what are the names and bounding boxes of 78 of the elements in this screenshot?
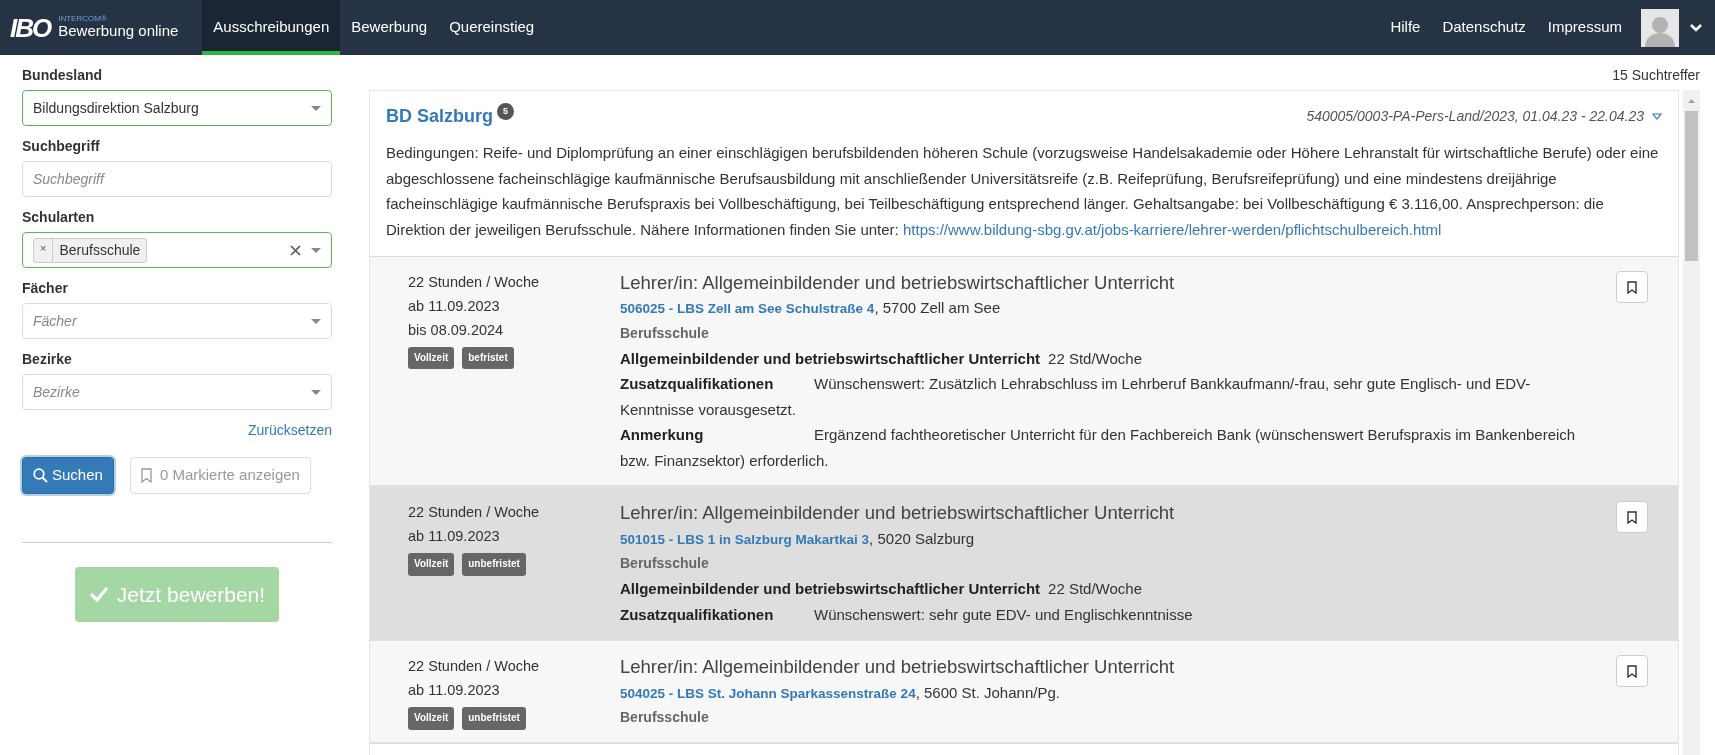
school-type: Berufsschule bbox=[620, 324, 710, 343]
address-text: , 5700 Zell am See bbox=[874, 299, 1001, 317]
result-count: 15 Suchtreffer bbox=[1612, 66, 1700, 85]
nav-link[interactable]: Hilfe bbox=[1379, 16, 1432, 39]
status-tag: unbefristet bbox=[462, 553, 526, 576]
brand-subtitle: INTERCOM® bbox=[58, 15, 108, 24]
nav-link[interactable]: Impressum bbox=[1536, 16, 1633, 39]
listing-row[interactable] bbox=[370, 487, 1678, 642]
status-tag: Vollzeit bbox=[408, 346, 455, 370]
detail-text: Allgemeinbildender und betriebswirtschaftlicher Unterricht 22 Std/Woche bbox=[620, 579, 1144, 600]
detail-text: Allgemeinbildender und betriebswirtschaftlicher Unterricht 22 Std/Woche bbox=[620, 349, 1144, 369]
search-button[interactable]: Suchen bbox=[22, 457, 114, 494]
show-marked-button[interactable]: 0 Markierte anzeigen bbox=[129, 457, 311, 494]
school-link[interactable]: 504025 - LBS St. Johann Sparkassenstraße 24 bbox=[620, 685, 916, 701]
bookmark-icon bbox=[1627, 280, 1637, 294]
dropdown-caret-icon bbox=[311, 318, 321, 324]
description-text: Bedingungen: Reife- und Diplomprüfung an einer einschlägigen berufsbildenden höheren Schule (vorzugsweise Handelsakademie oder Höhere Lehranstalt für wirtschaftliche Berufe) oder eine abgeschlossene facheinschlägige kaufmännische Berufsausbildung mit anschließender Universitätsreife (z.B. Reifeprüfung, Berufsreifeprüfung) und eine mindestens dreijährige facheinschlägige kaufmännische Berufspraxis bei Vollbeschäftigung, bei Teilbeschäftigung entsprechend länger. Gehaltsangabe: bei Vollbeschäftigung € 3.116,00. Ansprechperson: die Direktion der jeweiligen Berufsschule. Nähere Informationen finden Sie unter: https://www.bildung-sbg.gv.at/jobs-karriere/lehrer-werden/pflichtschulbereich.html bbox=[386, 143, 1660, 240]
status-tag: Vollzeit bbox=[408, 553, 455, 576]
dropdown-field[interactable]: Bezirke bbox=[22, 374, 332, 410]
field-label: Schularten bbox=[22, 208, 96, 227]
nav-tab[interactable]: Quereinstieg bbox=[438, 0, 546, 55]
nav-tab[interactable]: Ausschreibungen bbox=[202, 0, 341, 55]
meta-text: bis 08.09.2024 bbox=[408, 320, 505, 340]
address-text: , 5600 St. Johann/Pg. bbox=[915, 683, 1060, 701]
school-type: Berufsschule bbox=[620, 554, 710, 574]
count-badge: 5 bbox=[497, 103, 514, 120]
address-text: , 5020 Salzburg bbox=[869, 529, 975, 547]
meta-text: 22 Stunden / Woche bbox=[408, 503, 541, 523]
listing-row[interactable] bbox=[370, 257, 1678, 488]
status-tag: Vollzeit bbox=[408, 707, 455, 730]
dropdown-field[interactable]: Bildungsdirektion Salzburg bbox=[22, 90, 332, 126]
field-label: Bezirke bbox=[22, 350, 73, 369]
avatar[interactable] bbox=[1641, 8, 1679, 47]
dropdown-caret-icon bbox=[311, 105, 321, 111]
listing-title: Lehrer/in: Allgemeinbildender und betriebswirtschaftlicher Unterricht bbox=[620, 655, 1176, 680]
listing-title: Lehrer/in: Allgemeinbildender und betriebswirtschaftlicher Unterricht bbox=[620, 501, 1176, 526]
nav-tab[interactable]: Bewerbung bbox=[340, 0, 439, 55]
dropdown-caret-icon bbox=[311, 389, 321, 395]
scrollbar-thumb[interactable] bbox=[1685, 111, 1698, 261]
school-type: Berufsschule bbox=[620, 708, 710, 728]
bookmark-icon bbox=[1627, 511, 1637, 524]
bookmark-button[interactable] bbox=[1616, 501, 1648, 534]
checkmark-icon bbox=[88, 586, 109, 603]
bookmark-icon bbox=[140, 467, 152, 483]
listing-title: Lehrer/in: Allgemeinbildender und betriebswirtschaftlicher Unterricht bbox=[620, 271, 1176, 295]
meta-text: 22 Stunden / Woche bbox=[408, 657, 541, 677]
listing-row[interactable] bbox=[370, 641, 1678, 745]
field-label: Bundesland bbox=[22, 66, 104, 85]
meta-text: ab 11.09.2023 bbox=[408, 681, 501, 701]
detail-text: Zusatzqualifikationen Wünschenswert: sehr gute EDV- und Englischkenntnisse bbox=[620, 604, 1194, 625]
field-label: Fächer bbox=[22, 279, 69, 298]
search-field[interactable]: Suchbegriff bbox=[22, 161, 332, 197]
tag-chip[interactable]: × Berufsschule bbox=[33, 237, 148, 263]
detail-text: Zusatzqualifikationen Wünschenswert: Zusätzlich Lehrabschluss im Lehrberuf Bankkaufmann/-frau, sehr gute Englisch- und EDV-Kenntnisse vorausgesetzt. bbox=[620, 374, 1532, 420]
status-tag: unbefristet bbox=[462, 707, 526, 730]
logo[interactable]: IBO bbox=[10, 14, 51, 41]
bookmark-button[interactable] bbox=[1616, 655, 1648, 688]
nav-link[interactable]: Datenschutz bbox=[1431, 16, 1537, 39]
detail-text: Anmerkung Ergänzend fachtheoretischer Unterricht für den Fachbereich Bank (wünschenswert Berufspraxis im Bankenbereich bzw. Finanzsektor) erforderlich. bbox=[620, 425, 1577, 471]
search-icon bbox=[33, 467, 48, 483]
bookmark-button[interactable] bbox=[1616, 271, 1648, 303]
dropdown-field[interactable]: × Berufsschule bbox=[22, 232, 332, 268]
meta-text: ab 11.09.2023 bbox=[408, 296, 501, 316]
school-link[interactable]: 506025 - LBS Zell am See Schulstraße 4 bbox=[620, 301, 875, 317]
bookmark-icon bbox=[1627, 664, 1637, 678]
dropdown-caret-icon bbox=[311, 247, 321, 253]
reference-text: 540005/0003-PA-Pers-Land/2023, 01.04.23 - 22.04.23 bbox=[1306, 107, 1644, 126]
scrollbar[interactable] bbox=[1683, 90, 1700, 755]
reset-link[interactable]: Zurücksetzen bbox=[247, 420, 332, 441]
field-label: Suchbegriff bbox=[22, 137, 101, 156]
status-tag: befristet bbox=[462, 346, 514, 370]
meta-text: 22 Stunden / Woche bbox=[408, 273, 541, 292]
info-link[interactable]: https://www.bildung-sbg.gv.at/jobs-karriere/lehrer-werden/pflichtschulbereich.html bbox=[902, 220, 1442, 238]
brand-title: Bewerbung online bbox=[58, 23, 179, 40]
clear-icon bbox=[290, 244, 301, 256]
meta-text: ab 11.09.2023 bbox=[408, 527, 501, 547]
dropdown-field[interactable]: Fächer bbox=[22, 303, 332, 339]
group-title-link[interactable]: BD Salzburg bbox=[386, 103, 493, 130]
